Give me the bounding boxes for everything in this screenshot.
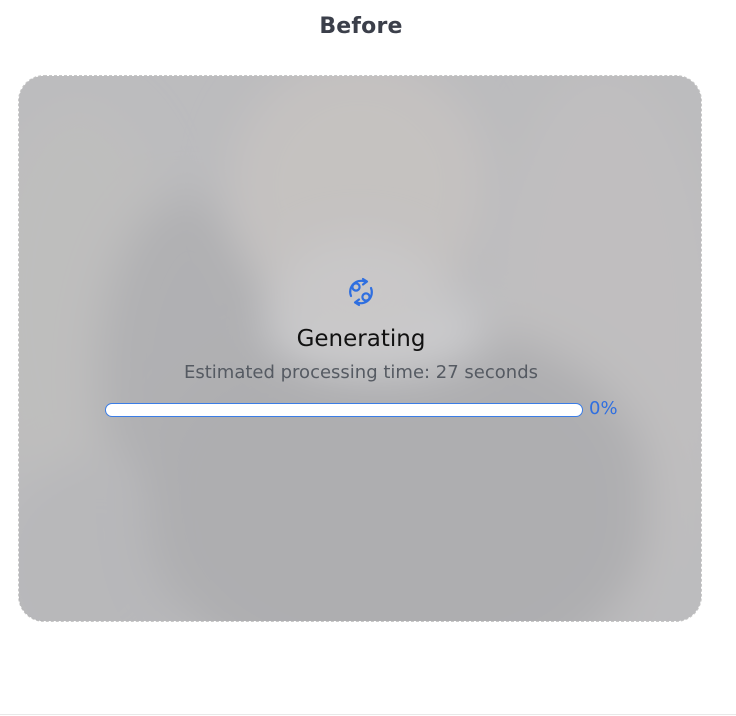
before-image-frame: Generating Estimated processing time: 27… — [18, 75, 702, 622]
divider — [0, 714, 736, 715]
section-title: Before — [319, 14, 403, 39]
sync-icon — [349, 277, 373, 307]
generating-label: Generating — [296, 326, 426, 352]
processing-status: Generating Estimated processing time: 27… — [19, 76, 701, 621]
estimated-time-label: Estimated processing time: 27 seconds — [183, 362, 539, 383]
progress-bar — [105, 403, 583, 417]
progress-percent-label: 0% — [589, 398, 618, 419]
page: Before Generating Estimated processing t… — [0, 0, 736, 716]
